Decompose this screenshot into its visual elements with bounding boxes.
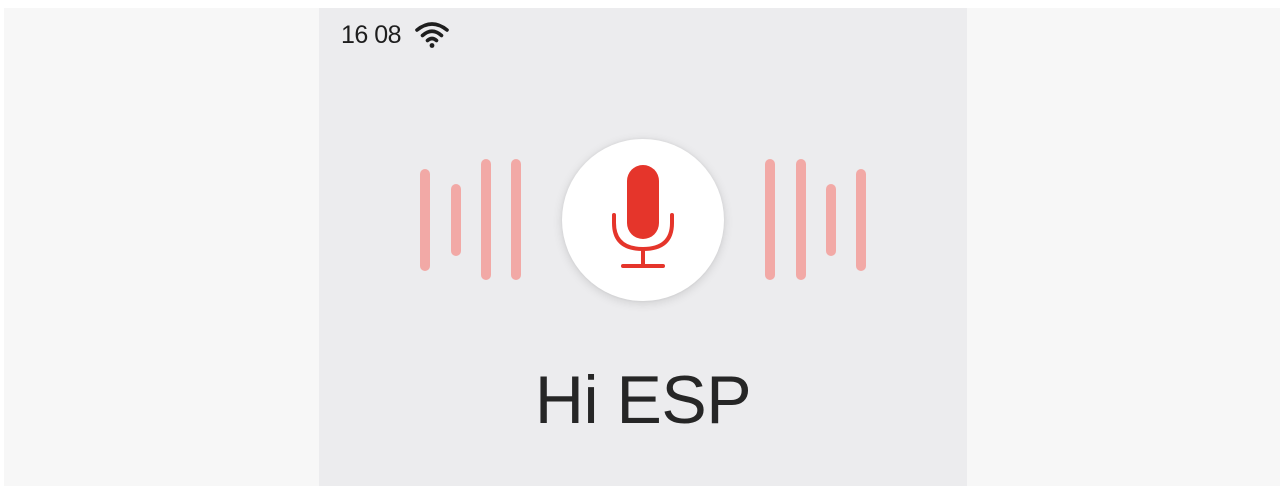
status-bar: 16 08 bbox=[341, 20, 449, 50]
sound-wave-bar bbox=[765, 159, 775, 280]
device-screen: 16 08 Hi ESP bbox=[319, 8, 967, 486]
status-time: 16 08 bbox=[341, 21, 402, 49]
sound-wave-bar bbox=[451, 184, 461, 256]
sound-wave-bar bbox=[796, 159, 806, 280]
wake-word-text: Hi ESP bbox=[534, 362, 752, 438]
microphone-button[interactable] bbox=[562, 139, 724, 301]
microphone-icon bbox=[612, 165, 674, 268]
sound-wave-bar bbox=[856, 169, 866, 271]
sound-wave-bar bbox=[481, 159, 491, 280]
sound-wave-bar bbox=[420, 169, 430, 271]
wifi-icon bbox=[415, 22, 449, 48]
sound-wave-bar bbox=[826, 184, 836, 256]
sound-wave-bar bbox=[511, 159, 521, 280]
page: 16 08 Hi ESP bbox=[0, 0, 1282, 486]
